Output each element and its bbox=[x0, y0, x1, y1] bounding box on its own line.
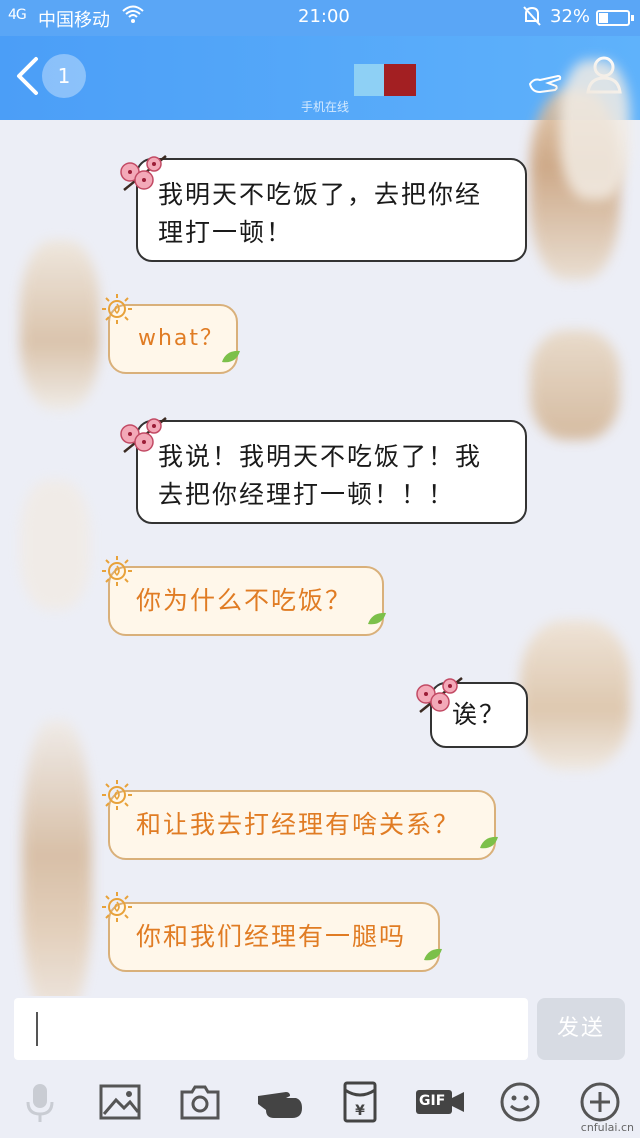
message-input[interactable] bbox=[14, 998, 528, 1060]
emoji-icon[interactable] bbox=[498, 1080, 542, 1124]
image-icon[interactable] bbox=[98, 1080, 142, 1124]
chat-message-list[interactable]: 我明天不吃饭了，去把你经理打一顿！ what？ 我说！我明天不吃饭了！我去把你经… bbox=[0, 120, 640, 996]
message-text: 你为什么不吃饭？ bbox=[136, 586, 353, 615]
plus-icon[interactable] bbox=[578, 1080, 622, 1124]
sent-message-bubble[interactable]: 我说！我明天不吃饭了！我去把你经理打一顿！！！ bbox=[136, 420, 527, 524]
microphone-icon[interactable] bbox=[18, 1080, 62, 1124]
sent-message-bubble[interactable]: 诶？ bbox=[430, 682, 528, 748]
contact-name-redacted bbox=[354, 64, 384, 96]
message-text: 和让我去打经理有啥关系？ bbox=[136, 810, 461, 839]
status-bar: 4G 中国移动 21:00 32% bbox=[0, 0, 640, 36]
message-text: 我明天不吃饭了，去把你经理打一顿！ bbox=[158, 180, 483, 247]
watermark: cnfulai.cn bbox=[580, 1121, 634, 1134]
message-text: 诶？ bbox=[452, 700, 507, 729]
hand-poke-icon[interactable] bbox=[256, 1080, 306, 1124]
message-text: 你和我们经理有一腿吗 bbox=[136, 922, 407, 951]
mute-bell-icon bbox=[522, 5, 542, 32]
message-text: 我说！我明天不吃饭了！我去把你经理打一顿！！！ bbox=[158, 442, 483, 509]
red-packet-icon[interactable]: ¥ bbox=[338, 1080, 382, 1124]
sent-message-bubble[interactable]: 我明天不吃饭了，去把你经理打一顿！ bbox=[136, 158, 527, 262]
camera-icon[interactable] bbox=[178, 1080, 222, 1124]
contact-name-redacted-block bbox=[384, 64, 416, 96]
text-caret bbox=[36, 1012, 38, 1046]
received-message-bubble[interactable]: 和让我去打经理有啥关系？ bbox=[108, 790, 496, 860]
gif-label: GIF bbox=[419, 1093, 446, 1109]
message-text: what？ bbox=[138, 326, 225, 351]
contact-online-status: 手机在线 bbox=[300, 100, 349, 114]
send-button[interactable]: 发送 bbox=[537, 998, 625, 1060]
wifi-icon bbox=[122, 4, 144, 29]
received-message-bubble[interactable]: 你为什么不吃饭？ bbox=[108, 566, 384, 636]
unread-count-badge[interactable]: 1 bbox=[42, 54, 86, 98]
signal-icon: 4G bbox=[8, 7, 27, 23]
carrier-name: 中国移动 bbox=[38, 10, 110, 31]
gif-icon[interactable]: GIF bbox=[414, 1080, 466, 1124]
received-message-bubble[interactable]: what？ bbox=[108, 304, 238, 374]
input-area: 发送 ¥ GIF bbox=[0, 996, 640, 1138]
battery-percent: 32% bbox=[550, 6, 591, 27]
back-chevron-icon[interactable] bbox=[14, 56, 40, 96]
svg-text:¥: ¥ bbox=[355, 1103, 365, 1119]
clock: 21:00 bbox=[298, 6, 350, 27]
battery-icon bbox=[596, 10, 634, 26]
received-message-bubble[interactable]: 你和我们经理有一腿吗 bbox=[108, 902, 440, 972]
